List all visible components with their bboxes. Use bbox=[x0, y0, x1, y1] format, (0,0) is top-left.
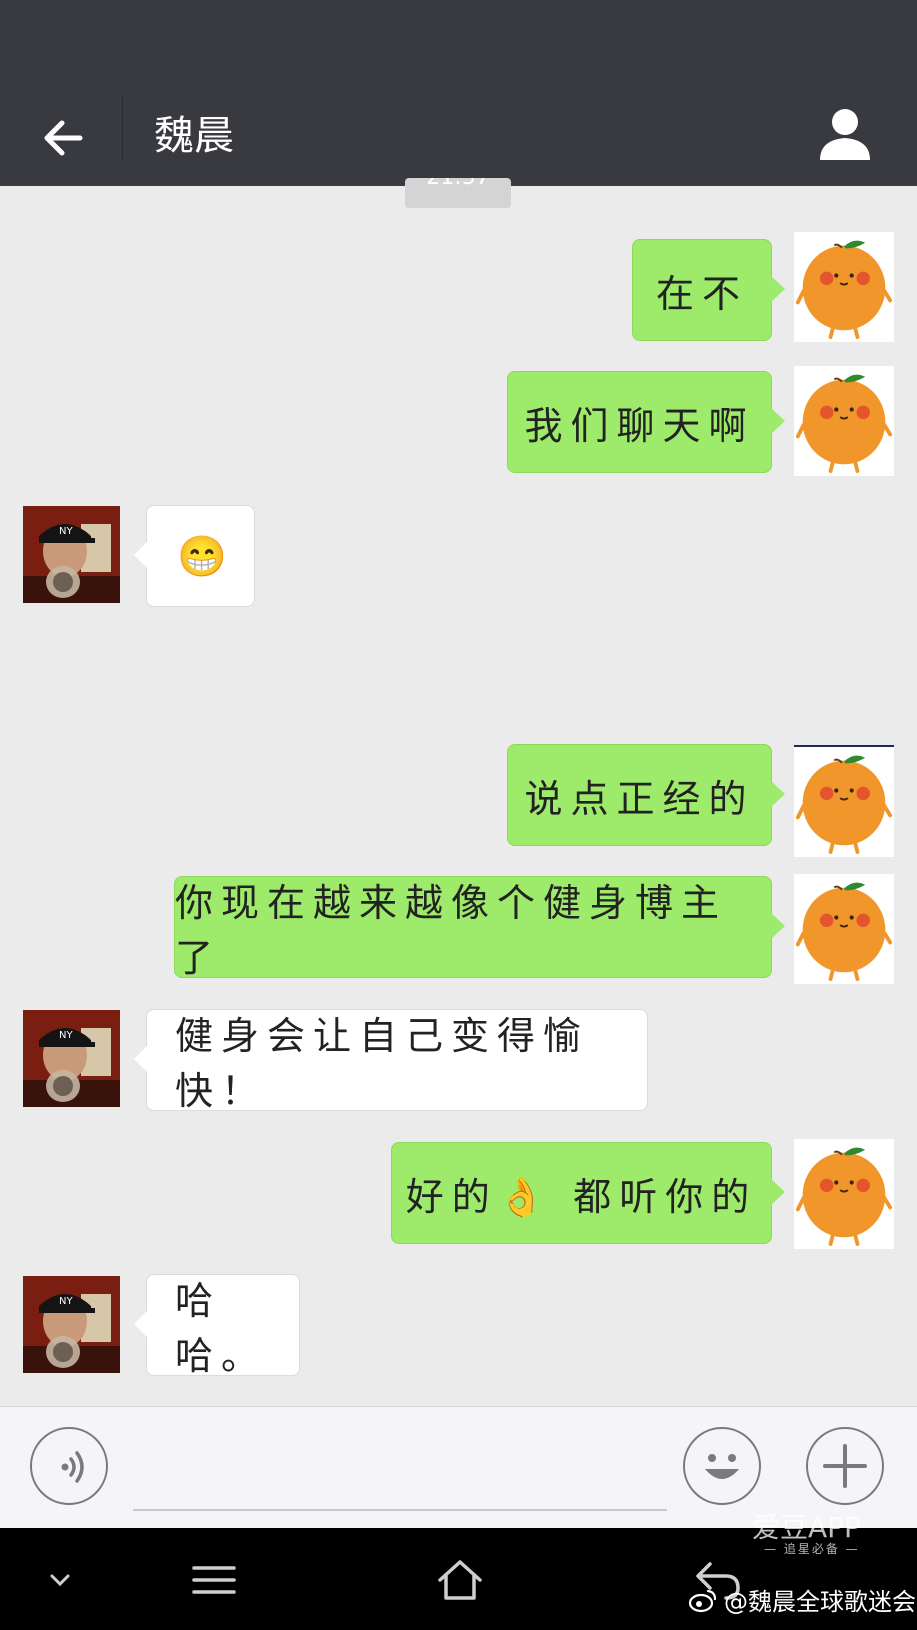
chat-title: 魏晨 bbox=[154, 113, 234, 159]
home-button[interactable] bbox=[432, 1552, 488, 1608]
message-text: 我们聊天啊 bbox=[524, 403, 755, 448]
emoji-button[interactable] bbox=[683, 1427, 761, 1505]
chat-header: 魏晨 bbox=[0, 92, 917, 186]
plus-icon bbox=[823, 1444, 867, 1488]
message-bubble-received[interactable]: 健身会让自己变得愉快！ bbox=[134, 1009, 648, 1113]
contact-avatar[interactable] bbox=[23, 1276, 120, 1373]
voice-icon bbox=[61, 1451, 84, 1483]
my-avatar[interactable] bbox=[794, 366, 894, 476]
message-text: 你现在越来越像个健身博主了 bbox=[175, 881, 728, 980]
message-text: 健身会让自己变得愉快！ bbox=[175, 1014, 590, 1113]
watermark-weibo: @魏晨全球歌迷会 bbox=[688, 1582, 916, 1617]
contact-avatar[interactable] bbox=[23, 1010, 120, 1107]
message-text: 哈哈。 bbox=[175, 1279, 268, 1378]
message-timestamp: 21:57 bbox=[405, 178, 511, 208]
message-text: 说点正经的 bbox=[524, 776, 755, 821]
message-bubble-sent[interactable]: 说点正经的 bbox=[507, 744, 785, 846]
person-icon bbox=[820, 109, 870, 160]
contact-photo-icon bbox=[23, 1276, 120, 1373]
contact-avatar[interactable] bbox=[23, 506, 120, 603]
message-bubble-sent[interactable]: 在不 bbox=[632, 239, 785, 341]
my-avatar[interactable] bbox=[794, 745, 894, 857]
menu-icon bbox=[192, 1566, 236, 1594]
message-bubble-received[interactable]: 哈哈。 bbox=[134, 1274, 300, 1378]
my-avatar[interactable] bbox=[794, 1139, 894, 1249]
watermark-tagline: — 追星必备 — bbox=[764, 1542, 860, 1556]
back-button[interactable] bbox=[36, 110, 92, 166]
message-bubble-sent[interactable]: 你现在越来越像个健身博主了 bbox=[174, 876, 785, 980]
message-bubble-received[interactable]: 😁 bbox=[134, 505, 255, 607]
my-avatar[interactable] bbox=[794, 232, 894, 342]
message-text: 在不 bbox=[655, 271, 748, 316]
emoji-icon bbox=[705, 1454, 739, 1479]
message-input[interactable] bbox=[133, 1437, 667, 1511]
orange-avatar-icon bbox=[795, 1145, 893, 1246]
orange-avatar-icon bbox=[795, 880, 893, 981]
contact-photo-icon bbox=[23, 1010, 120, 1107]
orange-avatar-icon bbox=[795, 238, 893, 339]
my-avatar[interactable] bbox=[794, 874, 894, 984]
message-text: 好的👌 都听你的 bbox=[405, 1174, 758, 1219]
orange-avatar-icon bbox=[795, 753, 893, 854]
contact-photo-icon bbox=[23, 506, 120, 603]
weibo-icon bbox=[688, 1589, 717, 1612]
orange-avatar-icon bbox=[795, 372, 893, 473]
more-options-button[interactable] bbox=[806, 1427, 884, 1505]
hide-keyboard-button[interactable] bbox=[40, 1552, 80, 1608]
system-nav-bar: 爱豆APP — 追星必备 — @魏晨全球歌迷会 bbox=[0, 1511, 917, 1630]
status-bar bbox=[0, 0, 917, 92]
message-text: 😁 bbox=[177, 533, 235, 580]
back-arrow-icon bbox=[44, 120, 83, 156]
voice-input-button[interactable] bbox=[30, 1427, 108, 1505]
watermark-account: @魏晨全球歌迷会 bbox=[724, 1588, 916, 1616]
header-divider bbox=[122, 96, 123, 162]
home-icon bbox=[438, 1560, 482, 1600]
chevron-down-icon bbox=[50, 1574, 70, 1587]
menu-button[interactable] bbox=[186, 1552, 242, 1608]
contact-info-button[interactable] bbox=[814, 100, 876, 170]
message-bubble-sent[interactable]: 好的👌 都听你的 bbox=[391, 1142, 785, 1244]
message-bubble-sent[interactable]: 我们聊天啊 bbox=[507, 371, 785, 473]
